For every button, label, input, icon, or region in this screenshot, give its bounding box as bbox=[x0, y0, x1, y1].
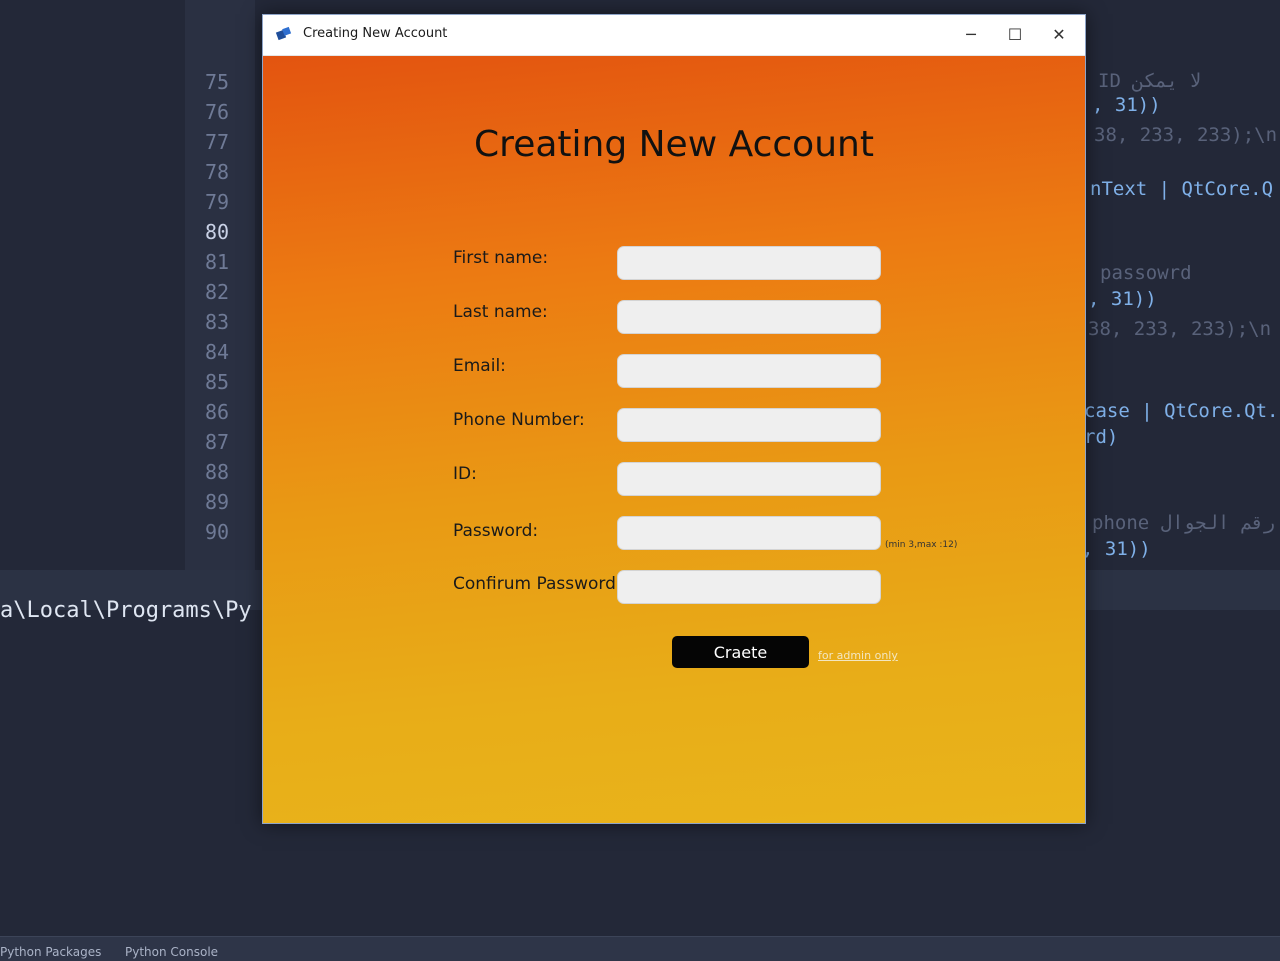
code-fragment: 38, 233, 233);\n bbox=[1088, 318, 1272, 340]
close-button[interactable]: ✕ bbox=[1037, 17, 1081, 51]
password-field[interactable] bbox=[617, 516, 881, 550]
ide-bottom-bar: Python Packages Python Console bbox=[0, 936, 1280, 961]
code-fragment: 38, 233, 233);\n bbox=[1094, 124, 1278, 146]
title-bar[interactable]: Creating New Account ─ ☐ ✕ bbox=[263, 15, 1085, 56]
confirm-password-field[interactable] bbox=[617, 570, 881, 604]
code-fragment: , 31)) bbox=[1092, 94, 1161, 116]
line-number: 87 bbox=[205, 430, 230, 454]
line-number: 75 bbox=[205, 70, 230, 94]
create-account-window: Creating New Account ─ ☐ ✕ Creating New … bbox=[262, 14, 1086, 824]
line-number: 90 bbox=[205, 520, 230, 544]
line-number: 81 bbox=[205, 250, 230, 274]
line-number: 80 bbox=[205, 220, 230, 244]
password-hint: (min 3,max :12) bbox=[885, 540, 958, 550]
line-number: 89 bbox=[205, 490, 230, 514]
line-number: 79 bbox=[205, 190, 230, 214]
line-number: 84 bbox=[205, 340, 230, 364]
code-fragment: case | QtCore.Qt. bbox=[1084, 400, 1279, 422]
email-field[interactable] bbox=[617, 354, 881, 388]
admin-only-link[interactable]: for admin only bbox=[818, 649, 898, 662]
line-number: 85 bbox=[205, 370, 230, 394]
code-fragment: , 31)) bbox=[1082, 538, 1151, 560]
app-icon bbox=[275, 26, 292, 41]
line-number: 76 bbox=[205, 100, 230, 124]
minimize-button[interactable]: ─ bbox=[949, 17, 993, 51]
code-fragment: rd) bbox=[1084, 426, 1119, 448]
tab-python-console[interactable]: Python Console bbox=[125, 945, 218, 959]
tab-python-packages[interactable]: Python Packages bbox=[0, 945, 101, 959]
line-number: 88 bbox=[205, 460, 230, 484]
phone-number-label: Phone Number: bbox=[453, 410, 585, 430]
confirm-password-label: Confirum Password: bbox=[453, 574, 622, 594]
line-number: 83 bbox=[205, 310, 230, 334]
line-number: 77 bbox=[205, 130, 230, 154]
last-name-label: Last name: bbox=[453, 302, 548, 322]
password-label: Password: bbox=[453, 521, 539, 541]
line-number: 86 bbox=[205, 400, 230, 424]
line-number: 78 bbox=[205, 160, 230, 184]
create-button[interactable]: Craete bbox=[672, 636, 809, 668]
code-fragment: passowrd bbox=[1100, 262, 1192, 284]
email-label: Email: bbox=[453, 356, 506, 376]
first-name-field[interactable] bbox=[617, 246, 881, 280]
code-fragment: , 31)) bbox=[1088, 288, 1157, 310]
form-area: Creating New Account First name: Last na… bbox=[263, 56, 1085, 823]
first-name-label: First name: bbox=[453, 248, 549, 268]
terminal-path: a\Local\Programs\Py bbox=[0, 598, 252, 623]
window-title: Creating New Account bbox=[303, 26, 448, 41]
last-name-field[interactable] bbox=[617, 300, 881, 334]
id-field[interactable] bbox=[617, 462, 881, 496]
phone-number-field[interactable] bbox=[617, 408, 881, 442]
code-fragment: phone رقم الجوال bbox=[1092, 512, 1276, 534]
line-number: 82 bbox=[205, 280, 230, 304]
id-label: ID: bbox=[453, 464, 477, 484]
code-fragment: ID لا يمكن bbox=[1098, 70, 1201, 92]
maximize-button[interactable]: ☐ bbox=[993, 17, 1037, 51]
code-fragment: nText | QtCore.Q bbox=[1090, 178, 1274, 200]
page-title: Creating New Account bbox=[474, 124, 874, 165]
